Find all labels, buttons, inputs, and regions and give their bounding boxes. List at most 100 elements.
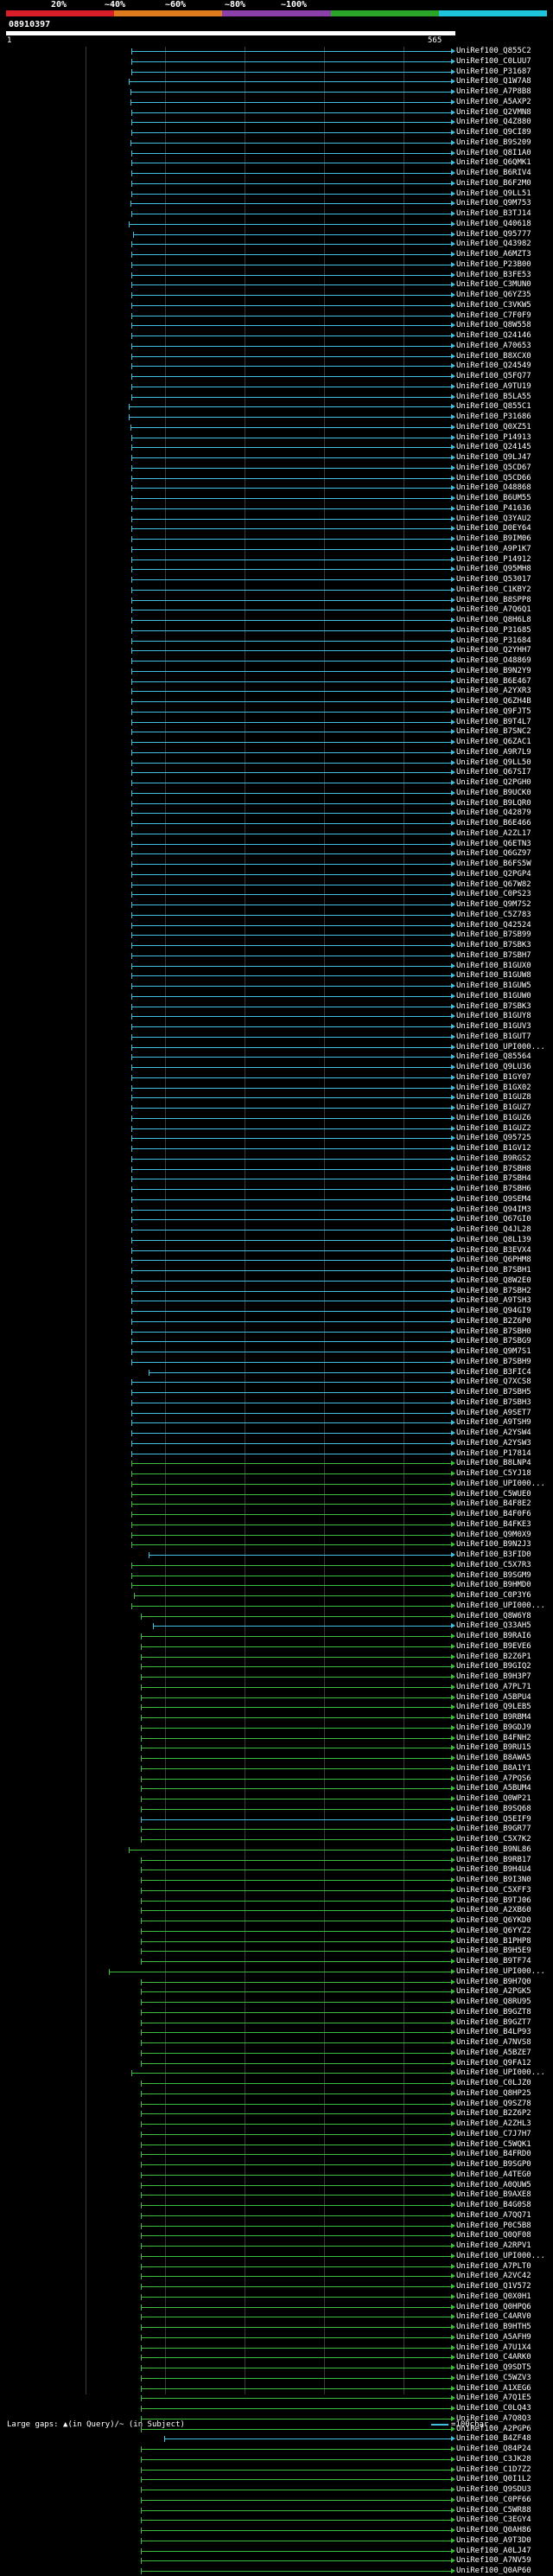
hit-row[interactable]: UniRef100_Q0X0H1 bbox=[0, 2292, 553, 2302]
hit-label-link[interactable]: UniRef100_UPI000... bbox=[456, 1967, 545, 1977]
hit-label-link[interactable]: UniRef100_C5YJ18 bbox=[456, 1469, 531, 1479]
hit-row[interactable]: UniRef100_B6E467 bbox=[0, 677, 553, 687]
hit-label-link[interactable]: UniRef100_C3JK28 bbox=[456, 2455, 531, 2464]
hit-label-link[interactable]: UniRef100_B7SBH8 bbox=[456, 1165, 531, 1174]
hit-row[interactable]: UniRef100_B4FNH2 bbox=[0, 1734, 553, 1743]
hit-row[interactable]: UniRef100_B7SBH9 bbox=[0, 1358, 553, 1367]
hit-label-link[interactable]: UniRef100_Q4JL28 bbox=[456, 1225, 531, 1235]
hit-label-link[interactable]: UniRef100_Q0WP21 bbox=[456, 1794, 531, 1804]
hit-row[interactable]: UniRef100_B9N2J3 bbox=[0, 1540, 553, 1550]
hit-row[interactable]: UniRef100_C5XFF3 bbox=[0, 1886, 553, 1895]
hit-label-link[interactable]: UniRef100_B8A1Y1 bbox=[456, 1764, 531, 1774]
hit-row[interactable]: UniRef100_B1GY07 bbox=[0, 1073, 553, 1083]
hit-label-link[interactable]: UniRef100_Q9LL50 bbox=[456, 758, 531, 768]
hit-row[interactable]: UniRef100_Q8I1A0 bbox=[0, 149, 553, 158]
hit-label-link[interactable]: UniRef100_B9GIQ2 bbox=[456, 1662, 531, 1672]
hit-row[interactable]: UniRef100_C3VKW5 bbox=[0, 301, 553, 310]
hit-label-link[interactable]: UniRef100_B6RIV4 bbox=[456, 169, 531, 178]
hit-row[interactable]: UniRef100_Q2YHH7 bbox=[0, 646, 553, 655]
hit-row[interactable]: UniRef100_A7PQS6 bbox=[0, 1774, 553, 1784]
hit-label-link[interactable]: UniRef100_C0LJZ0 bbox=[456, 2079, 531, 2088]
hit-label-link[interactable]: UniRef100_Q6YZ35 bbox=[456, 291, 531, 300]
hit-row[interactable]: UniRef100_P31686 bbox=[0, 412, 553, 422]
hit-row[interactable]: UniRef100_C4ARK0 bbox=[0, 2353, 553, 2362]
hit-row[interactable]: UniRef100_B9GDJ9 bbox=[0, 1723, 553, 1733]
hit-label-link[interactable]: UniRef100_B1PHP8 bbox=[456, 1937, 531, 1946]
hit-row[interactable]: UniRef100_Q855C1 bbox=[0, 402, 553, 412]
hit-label-link[interactable]: UniRef100_A7PLT0 bbox=[456, 2262, 531, 2272]
hit-row[interactable]: UniRef100_B1GUZ8 bbox=[0, 1093, 553, 1103]
hit-label-link[interactable]: UniRef100_UPI000... bbox=[456, 1480, 545, 1489]
hit-label-link[interactable]: UniRef100_B4G0S8 bbox=[456, 2201, 531, 2210]
hit-label-link[interactable]: UniRef100_A9R7L9 bbox=[456, 748, 531, 757]
hit-row[interactable]: UniRef100_Q1W7A8 bbox=[0, 77, 553, 86]
hit-label-link[interactable]: UniRef100_C0PS23 bbox=[456, 890, 531, 899]
hit-row[interactable]: UniRef100_C5X7K2 bbox=[0, 1835, 553, 1844]
hit-label-link[interactable]: UniRef100_B9TJ06 bbox=[456, 1896, 531, 1906]
hit-row[interactable]: UniRef100_Q4JL28 bbox=[0, 1225, 553, 1235]
hit-label-link[interactable]: UniRef100_P31684 bbox=[456, 636, 531, 646]
hit-row[interactable]: UniRef100_Q42879 bbox=[0, 809, 553, 818]
hit-label-link[interactable]: UniRef100_B1GV12 bbox=[456, 1144, 531, 1154]
hit-row[interactable]: UniRef100_B8XCX0 bbox=[0, 352, 553, 361]
hit-label-link[interactable]: UniRef100_B7SBH9 bbox=[456, 1358, 531, 1367]
hit-row[interactable]: UniRef100_Q9LU36 bbox=[0, 1063, 553, 1072]
hit-row[interactable]: UniRef100_A7NVS8 bbox=[0, 2038, 553, 2048]
hit-row[interactable]: UniRef100_Q95777 bbox=[0, 230, 553, 240]
hit-row[interactable]: UniRef100_C7J7H7 bbox=[0, 2130, 553, 2139]
hit-label-link[interactable]: UniRef100_B1GUV3 bbox=[456, 1022, 531, 1032]
hit-label-link[interactable]: UniRef100_P14913 bbox=[456, 433, 531, 443]
hit-row[interactable]: UniRef100_UPI000... bbox=[0, 1480, 553, 1489]
hit-row[interactable]: UniRef100_B6F2M0 bbox=[0, 179, 553, 189]
hit-row[interactable]: UniRef100_B3TJ14 bbox=[0, 209, 553, 219]
hit-row[interactable]: UniRef100_B6RIV4 bbox=[0, 169, 553, 178]
hit-label-link[interactable]: UniRef100_A5BUM4 bbox=[456, 1784, 531, 1793]
hit-label-link[interactable]: UniRef100_Q9LJ47 bbox=[456, 453, 531, 463]
hit-row[interactable]: UniRef100_B7SBH0 bbox=[0, 1327, 553, 1337]
hit-label-link[interactable]: UniRef100_A2YXR3 bbox=[456, 687, 531, 696]
hit-row[interactable]: UniRef100_A9TSH3 bbox=[0, 1296, 553, 1306]
hit-row[interactable]: UniRef100_B1GUY8 bbox=[0, 1012, 553, 1021]
hit-row[interactable]: UniRef100_B9GZT8 bbox=[0, 2008, 553, 2017]
hit-row[interactable]: UniRef100_B7SNC2 bbox=[0, 727, 553, 737]
hit-label-link[interactable]: UniRef100_B9H4U4 bbox=[456, 1865, 531, 1875]
hit-label-link[interactable]: UniRef100_Q9LU36 bbox=[456, 1063, 531, 1072]
hit-label-link[interactable]: UniRef100_A5AXP2 bbox=[456, 98, 531, 107]
hit-label-link[interactable]: UniRef100_C4ARV0 bbox=[456, 2312, 531, 2322]
hit-row[interactable]: UniRef100_B7SBH8 bbox=[0, 1165, 553, 1174]
hit-row[interactable]: UniRef100_B1GUZ6 bbox=[0, 1114, 553, 1123]
hit-label-link[interactable]: UniRef100_B9GZT8 bbox=[456, 2008, 531, 2017]
hit-label-link[interactable]: UniRef100_B4F8E2 bbox=[456, 1499, 531, 1509]
hit-label-link[interactable]: UniRef100_P41636 bbox=[456, 504, 531, 514]
hit-label-link[interactable]: UniRef100_UPI000... bbox=[456, 2068, 545, 2078]
hit-label-link[interactable]: UniRef100_Q5CD67 bbox=[456, 463, 531, 473]
hit-label-link[interactable]: UniRef100_Q94IM3 bbox=[456, 1205, 531, 1215]
hit-row[interactable]: UniRef100_A5BPU4 bbox=[0, 1693, 553, 1703]
hit-row[interactable]: UniRef100_A9T3D0 bbox=[0, 2536, 553, 2546]
hit-label-link[interactable]: UniRef100_Q8L139 bbox=[456, 1236, 531, 1245]
hit-label-link[interactable]: UniRef100_Q0X0H1 bbox=[456, 2292, 531, 2302]
hit-row[interactable]: UniRef100_C5Z783 bbox=[0, 911, 553, 920]
hit-row[interactable]: UniRef100_UPI000... bbox=[0, 1967, 553, 1977]
hit-label-link[interactable]: UniRef100_B9SQ68 bbox=[456, 1805, 531, 1814]
hit-row[interactable]: UniRef100_Q9M753 bbox=[0, 199, 553, 208]
hit-label-link[interactable]: UniRef100_Q9LEB5 bbox=[456, 1703, 531, 1712]
hit-label-link[interactable]: UniRef100_C4ARK0 bbox=[456, 2353, 531, 2362]
hit-label-link[interactable]: UniRef100_B9RGS2 bbox=[456, 1154, 531, 1164]
hit-label-link[interactable]: UniRef100_A2XB60 bbox=[456, 1906, 531, 1915]
hit-row[interactable]: UniRef100_B9RB17 bbox=[0, 1856, 553, 1865]
hit-row[interactable]: UniRef100_D0EY64 bbox=[0, 524, 553, 534]
hit-label-link[interactable]: UniRef100_Q8W558 bbox=[456, 321, 531, 330]
hit-label-link[interactable]: UniRef100_C3EGY4 bbox=[456, 2515, 531, 2525]
hit-label-link[interactable]: UniRef100_B9RU15 bbox=[456, 1743, 531, 1753]
hit-label-link[interactable]: UniRef100_C3VKW5 bbox=[456, 301, 531, 310]
hit-label-link[interactable]: UniRef100_P14912 bbox=[456, 555, 531, 565]
hit-row[interactable]: UniRef100_Q6PHM8 bbox=[0, 1256, 553, 1265]
hit-row[interactable]: UniRef100_B9T4L7 bbox=[0, 718, 553, 727]
hit-label-link[interactable]: UniRef100_C7F0F9 bbox=[456, 311, 531, 321]
hit-row[interactable]: UniRef100_Q9LL50 bbox=[0, 758, 553, 768]
hit-row[interactable]: UniRef100_Q8RU95 bbox=[0, 1998, 553, 2007]
hit-row[interactable]: UniRef100_A2ZL17 bbox=[0, 829, 553, 839]
hit-label-link[interactable]: UniRef100_B2Z6P1 bbox=[456, 1652, 531, 1662]
hit-label-link[interactable]: UniRef100_B9H3P7 bbox=[456, 1672, 531, 1682]
